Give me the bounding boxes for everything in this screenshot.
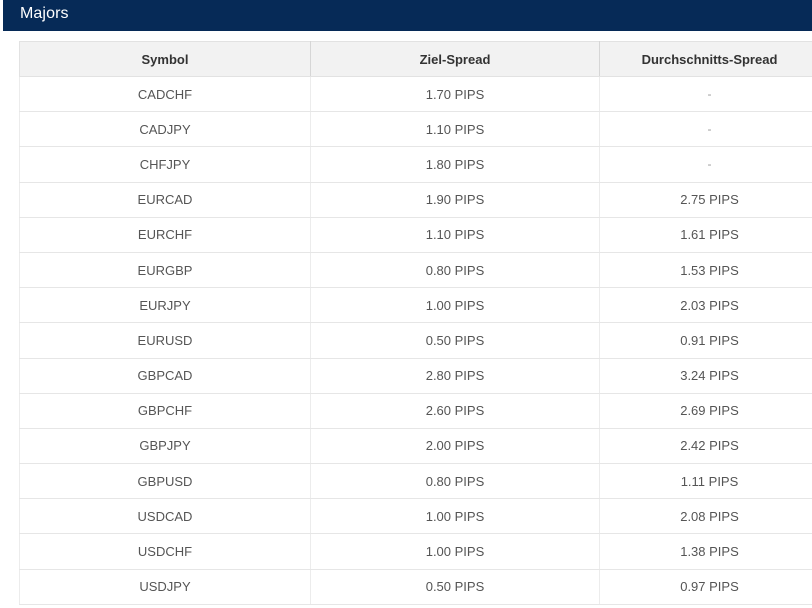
- average-spread-cell: 2.08 PIPS: [599, 498, 812, 535]
- target-spread-cell: 1.10 PIPS: [310, 217, 600, 253]
- target-spread-cell: 0.80 PIPS: [310, 463, 600, 500]
- average-spread-cell: 1.61 PIPS: [599, 217, 812, 253]
- target-spread-cell: 1.70 PIPS: [310, 76, 600, 113]
- section-header: Majors: [3, 0, 812, 31]
- column-header-symbol: Symbol: [19, 41, 311, 77]
- section-title: Majors: [20, 5, 69, 22]
- symbol-cell: USDJPY: [19, 569, 311, 605]
- symbol-cell: CHFJPY: [19, 146, 311, 183]
- symbol-cell: EURUSD: [19, 322, 311, 359]
- average-spread-cell: 1.53 PIPS: [599, 252, 812, 289]
- table-body: CADCHF 1.70 PIPS - CADJPY 1.10 PIPS - CH…: [19, 76, 812, 605]
- column-header-average-spread: Durchschnitts-Spread: [599, 41, 812, 77]
- average-spread-cell: -: [599, 111, 812, 148]
- symbol-cell: GBPCAD: [19, 358, 311, 394]
- average-spread-cell: 2.75 PIPS: [599, 182, 812, 218]
- table-row: EURCAD 1.90 PIPS 2.75 PIPS: [19, 182, 812, 218]
- table-row: USDJPY 0.50 PIPS 0.97 PIPS: [19, 569, 812, 605]
- target-spread-cell: 1.10 PIPS: [310, 111, 600, 148]
- symbol-cell: EURCHF: [19, 217, 311, 253]
- average-spread-cell: 2.69 PIPS: [599, 393, 812, 429]
- page: Majors Symbol Ziel-Spread Durchschnitts-…: [0, 0, 812, 608]
- target-spread-cell: 0.80 PIPS: [310, 252, 600, 289]
- spread-table-container: Symbol Ziel-Spread Durchschnitts-Spread …: [19, 41, 812, 605]
- table-row: GBPCAD 2.80 PIPS 3.24 PIPS: [19, 358, 812, 394]
- average-spread-cell: 1.11 PIPS: [599, 463, 812, 500]
- table-row: EURCHF 1.10 PIPS 1.61 PIPS: [19, 217, 812, 253]
- table-row: USDCHF 1.00 PIPS 1.38 PIPS: [19, 533, 812, 570]
- table-row: CADJPY 1.10 PIPS -: [19, 111, 812, 148]
- table-header: Symbol Ziel-Spread Durchschnitts-Spread: [19, 41, 812, 77]
- target-spread-cell: 1.00 PIPS: [310, 287, 600, 324]
- table-row: CHFJPY 1.80 PIPS -: [19, 146, 812, 183]
- symbol-cell: CADCHF: [19, 76, 311, 113]
- average-spread-cell: 1.38 PIPS: [599, 533, 812, 570]
- table-row: EURGBP 0.80 PIPS 1.53 PIPS: [19, 252, 812, 289]
- average-spread-cell: 2.03 PIPS: [599, 287, 812, 324]
- target-spread-cell: 0.50 PIPS: [310, 322, 600, 359]
- average-spread-cell: 0.97 PIPS: [599, 569, 812, 605]
- symbol-cell: EURCAD: [19, 182, 311, 218]
- table-row: GBPCHF 2.60 PIPS 2.69 PIPS: [19, 393, 812, 429]
- table-row: USDCAD 1.00 PIPS 2.08 PIPS: [19, 498, 812, 535]
- target-spread-cell: 1.00 PIPS: [310, 498, 600, 535]
- symbol-cell: CADJPY: [19, 111, 311, 148]
- table-row: GBPUSD 0.80 PIPS 1.11 PIPS: [19, 463, 812, 500]
- target-spread-cell: 2.00 PIPS: [310, 428, 600, 465]
- symbol-cell: USDCHF: [19, 533, 311, 570]
- table-row: EURJPY 1.00 PIPS 2.03 PIPS: [19, 287, 812, 324]
- table-row: EURUSD 0.50 PIPS 0.91 PIPS: [19, 322, 812, 359]
- target-spread-cell: 2.60 PIPS: [310, 393, 600, 429]
- symbol-cell: EURGBP: [19, 252, 311, 289]
- target-spread-cell: 1.80 PIPS: [310, 146, 600, 183]
- average-spread-cell: -: [599, 76, 812, 113]
- average-spread-cell: -: [599, 146, 812, 183]
- column-header-target-spread: Ziel-Spread: [310, 41, 600, 77]
- symbol-cell: EURJPY: [19, 287, 311, 324]
- average-spread-cell: 2.42 PIPS: [599, 428, 812, 465]
- table-header-row: Symbol Ziel-Spread Durchschnitts-Spread: [19, 41, 812, 77]
- average-spread-cell: 3.24 PIPS: [599, 358, 812, 394]
- symbol-cell: GBPUSD: [19, 463, 311, 500]
- symbol-cell: GBPJPY: [19, 428, 311, 465]
- symbol-cell: USDCAD: [19, 498, 311, 535]
- spread-table: Symbol Ziel-Spread Durchschnitts-Spread …: [19, 41, 812, 605]
- target-spread-cell: 1.00 PIPS: [310, 533, 600, 570]
- symbol-cell: GBPCHF: [19, 393, 311, 429]
- average-spread-cell: 0.91 PIPS: [599, 322, 812, 359]
- table-row: CADCHF 1.70 PIPS -: [19, 76, 812, 113]
- target-spread-cell: 0.50 PIPS: [310, 569, 600, 605]
- target-spread-cell: 1.90 PIPS: [310, 182, 600, 218]
- target-spread-cell: 2.80 PIPS: [310, 358, 600, 394]
- table-row: GBPJPY 2.00 PIPS 2.42 PIPS: [19, 428, 812, 465]
